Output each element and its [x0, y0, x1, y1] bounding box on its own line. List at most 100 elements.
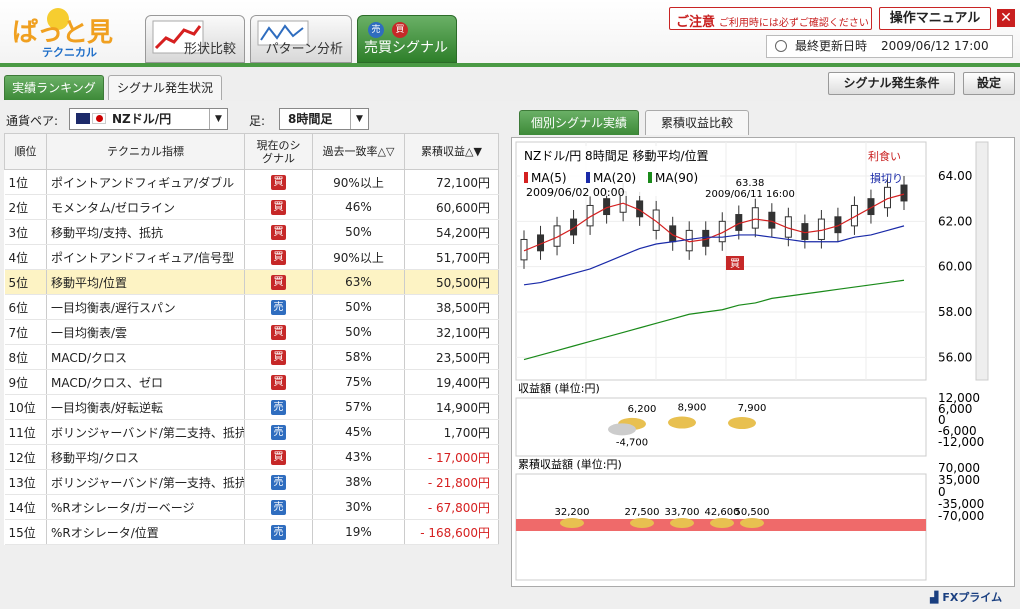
- col-indicator: テクニカル指標: [46, 133, 245, 170]
- cum-label: 32,200: [555, 507, 590, 518]
- table-row[interactable]: 4位 ポイントアンドフィギュア/信号型 買 90%以上 51,700円: [4, 244, 499, 270]
- price-tick-label: 62.00: [938, 214, 972, 228]
- close-icon[interactable]: ✕: [997, 9, 1015, 27]
- tab-shape-compare[interactable]: 形状比較: [145, 15, 245, 63]
- ma-legend-swatch: [586, 172, 590, 183]
- coin-bar-icon: [668, 416, 696, 429]
- rate-cell: 38%: [312, 469, 405, 495]
- cum-coin-icon: [710, 518, 734, 528]
- buy-signal-icon: 買: [271, 200, 286, 215]
- tab-pattern-analysis-label: パターン分析: [265, 42, 343, 57]
- chart-start-date: 2009/06/02 00:00: [526, 186, 625, 199]
- table-row[interactable]: 1位 ポイントアンドフィギュア/ダブル 買 90%以上 72,100円: [4, 169, 499, 195]
- profit-cell: - 17,000円: [404, 444, 499, 470]
- tab-pattern-analysis[interactable]: パターン分析: [250, 15, 352, 63]
- profit-bar-label: 7,900: [738, 403, 767, 414]
- indicator-cell: %Rオシレータ/位置: [46, 519, 245, 545]
- buy-marker-label: 買: [730, 258, 740, 270]
- settings-button[interactable]: 設定: [963, 72, 1015, 95]
- rank-cell: 5位: [4, 269, 47, 295]
- ranking-panel: 通貨ペア: NZドル/円 ▼ 足: 8時間足 ▼ 順位 テクニカル指標 現在のシ…: [0, 101, 505, 609]
- sell-signal-icon: 売: [271, 525, 286, 540]
- period-select[interactable]: 8時間足 ▼: [279, 108, 369, 130]
- indicator-cell: MACD/クロス: [46, 344, 245, 370]
- cum-coin-icon: [670, 518, 694, 528]
- table-row[interactable]: 15位 %Rオシレータ/位置 売 19% - 168,600円: [4, 519, 499, 545]
- cum-label: 27,500: [625, 507, 660, 518]
- tab-performance-ranking[interactable]: 実績ランキング: [4, 75, 104, 100]
- candle-body: [751, 207, 759, 229]
- nz-flag-icon: [76, 113, 90, 124]
- sell-signal-icon: 売: [271, 500, 286, 515]
- cum-coin-icon: [630, 518, 654, 528]
- table-row[interactable]: 5位 移動平均/位置 買 63% 50,500円: [4, 269, 499, 295]
- signal-cell: 売: [244, 294, 313, 320]
- profit-cell: 1,700円: [404, 419, 499, 445]
- notice-button[interactable]: ご注意 ご利用時には必ずご確認ください: [669, 7, 872, 30]
- logo-subtitle: テクニカル: [42, 46, 97, 59]
- notice-small-text: ご利用時には必ずご確認ください: [718, 18, 869, 29]
- notice-bold-text: ご注意: [676, 15, 716, 30]
- period-label: 足:: [249, 114, 266, 128]
- tab-trade-signal-label: 売買シグナル: [364, 40, 448, 56]
- rate-cell: 43%: [312, 444, 405, 470]
- candle-body: [900, 184, 908, 202]
- clock-icon: [775, 40, 787, 52]
- indicator-cell: 移動平均/クロス: [46, 444, 245, 470]
- tab-signal-status[interactable]: シグナル発生状況: [108, 75, 222, 100]
- jp-flag-icon: [92, 113, 106, 124]
- sell-signal-icon: 売: [271, 425, 286, 440]
- updated-label: 最終更新日時: [795, 39, 868, 53]
- table-row[interactable]: 9位 MACD/クロス、ゼロ 買 75% 19,400円: [4, 369, 499, 395]
- table-row[interactable]: 10位 一目均衡表/好転逆転 売 57% 14,900円: [4, 394, 499, 420]
- table-row[interactable]: 8位 MACD/クロス 買 58% 23,500円: [4, 344, 499, 370]
- table-row[interactable]: 11位 ボリンジャーバンド/第二支持、抵抗 売 45% 1,700円: [4, 419, 499, 445]
- signal-conditions-button[interactable]: シグナル発生条件: [828, 72, 955, 95]
- rate-cell: 57%: [312, 394, 405, 420]
- price-tick-label: 60.00: [938, 260, 972, 274]
- manual-button[interactable]: 操作マニュアル: [879, 7, 991, 30]
- table-row[interactable]: 14位 %Rオシレータ/ガーベージ 売 30% - 67,800円: [4, 494, 499, 520]
- chevron-down-icon: ▼: [209, 109, 227, 129]
- buy-signal-icon: 買: [271, 175, 286, 190]
- ma-legend-label: MA(90): [655, 171, 698, 185]
- profit-title: 収益額 (単位:円): [518, 381, 600, 395]
- signal-cell: 売: [244, 469, 313, 495]
- buy-badge-icon: 買: [392, 22, 408, 38]
- app-logo: ぱっと見 テクニカル: [10, 6, 130, 60]
- price-scrollbar[interactable]: [975, 141, 989, 381]
- table-row[interactable]: 13位 ボリンジャーバンド/第一支持、抵抗 売 38% - 21,800円: [4, 469, 499, 495]
- rank-cell: 10位: [4, 394, 47, 420]
- signal-cell: 売: [244, 419, 313, 445]
- buy-signal-icon: 買: [271, 325, 286, 340]
- profit-cell: 19,400円: [404, 369, 499, 395]
- table-row[interactable]: 2位 モメンタム/ゼロライン 買 46% 60,600円: [4, 194, 499, 220]
- currency-pair-select[interactable]: NZドル/円 ▼: [69, 108, 228, 130]
- col-profit[interactable]: 累積収益△▼: [404, 133, 499, 170]
- signal-cell: 買: [244, 194, 313, 220]
- table-row[interactable]: 12位 移動平均/クロス 買 43% - 17,000円: [4, 444, 499, 470]
- signal-cell: 買: [244, 319, 313, 345]
- signal-cell: 売: [244, 519, 313, 545]
- chevron-down-icon: ▼: [350, 109, 368, 129]
- rate-cell: 90%以上: [312, 169, 405, 195]
- indicator-cell: 一目均衡表/遅行スパン: [46, 294, 245, 320]
- tab-cumulative-compare[interactable]: 累積収益比較: [645, 110, 749, 135]
- pair-label: 通貨ペア:: [6, 114, 59, 128]
- table-row[interactable]: 7位 一目均衡表/雲 買 50% 32,100円: [4, 319, 499, 345]
- indicator-cell: ボリンジャーバンド/第一支持、抵抗: [46, 469, 245, 495]
- rank-cell: 2位: [4, 194, 47, 220]
- col-match-rate[interactable]: 過去一致率△▽: [312, 133, 405, 170]
- profit-bar-label: 6,200: [628, 404, 657, 415]
- profit-cell: 32,100円: [404, 319, 499, 345]
- rank-cell: 6位: [4, 294, 47, 320]
- table-row[interactable]: 3位 移動平均/支持、抵抗 買 50% 54,200円: [4, 219, 499, 245]
- profit-bar-label: -4,700: [616, 437, 648, 448]
- ma-legend-label: MA(20): [593, 171, 636, 185]
- tab-trade-signal[interactable]: 売 買 売買シグナル: [357, 15, 457, 63]
- profit-tick-label: -12,000: [938, 435, 984, 449]
- sell-badge-icon: 売: [368, 22, 384, 38]
- table-row[interactable]: 6位 一目均衡表/遅行スパン 売 50% 38,500円: [4, 294, 499, 320]
- buy-signal-icon: 買: [271, 450, 286, 465]
- tab-individual-signal[interactable]: 個別シグナル実績: [519, 110, 639, 135]
